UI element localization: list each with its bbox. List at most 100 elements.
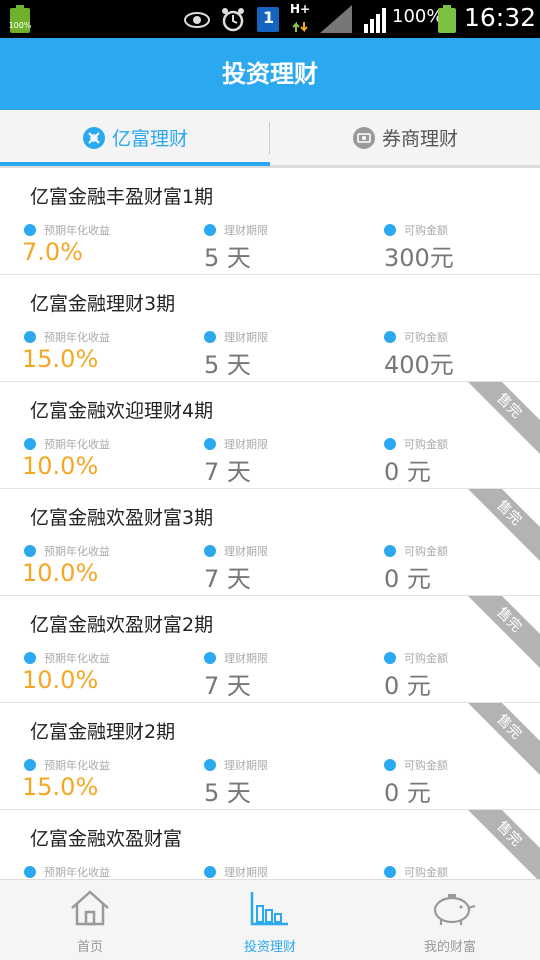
rate-icon bbox=[24, 866, 36, 878]
rate-label: 预期年化收益 bbox=[24, 222, 110, 238]
amount-label: 可购金额 bbox=[384, 329, 448, 345]
period-label: 理财期限 bbox=[204, 543, 268, 559]
eye-icon bbox=[184, 12, 210, 28]
rate-value: 7.0% bbox=[22, 238, 83, 266]
period-value: 5 天 bbox=[204, 244, 251, 272]
yen-icon bbox=[384, 759, 396, 771]
list-item[interactable]: 亿富金融丰盈财富1期 预期年化收益 理财期限 可购金额 7.0% 5 天 300… bbox=[0, 168, 540, 275]
data-arrows-icon bbox=[292, 21, 308, 33]
amount-label: 可购金额 bbox=[384, 543, 448, 559]
amount-label: 可购金额 bbox=[384, 650, 448, 666]
rate-label: 预期年化收益 bbox=[24, 650, 110, 666]
amount-label: 可购金额 bbox=[384, 864, 448, 879]
product-name: 亿富金融理财2期 bbox=[30, 721, 176, 743]
amount-value: 300元 bbox=[384, 244, 454, 272]
period-label: 理财期限 bbox=[204, 650, 268, 666]
app-header: 投资理财 bbox=[0, 38, 540, 110]
rate-icon bbox=[24, 331, 36, 343]
rate-label: 预期年化收益 bbox=[24, 329, 110, 345]
nav-wealth[interactable]: 我的财富 bbox=[360, 880, 540, 960]
broker-icon bbox=[352, 126, 375, 149]
tab-label: 亿富理财 bbox=[111, 128, 188, 150]
clock-icon bbox=[204, 438, 216, 450]
period-label: 理财期限 bbox=[204, 436, 268, 452]
tab-broker[interactable]: 券商理财 bbox=[270, 110, 540, 165]
rate-icon bbox=[24, 759, 36, 771]
product-name: 亿富金融欢迎理财4期 bbox=[30, 400, 214, 422]
amount-value: 0 元 bbox=[384, 672, 431, 700]
yen-icon bbox=[384, 545, 396, 557]
yen-icon bbox=[384, 331, 396, 343]
amount-value: 0 元 bbox=[384, 458, 431, 486]
amount-label: 可购金额 bbox=[384, 222, 448, 238]
status-bar: 100% 1 H+ 100% 16:32 bbox=[0, 0, 540, 38]
yen-icon bbox=[384, 224, 396, 236]
period-label: 理财期限 bbox=[204, 757, 268, 773]
home-icon bbox=[71, 890, 109, 926]
nav-home[interactable]: 首页 bbox=[0, 880, 180, 960]
bottom-nav: 首页 投资理财 我的财富 bbox=[0, 879, 540, 960]
battery-widget-label: 100% bbox=[8, 21, 32, 30]
rate-icon bbox=[24, 652, 36, 664]
nav-label: 首页 bbox=[76, 940, 103, 955]
rate-value: 10.0% bbox=[22, 666, 99, 694]
signal-icon bbox=[320, 5, 352, 33]
rate-label: 预期年化收益 bbox=[24, 757, 110, 773]
nav-invest[interactable]: 投资理财 bbox=[180, 880, 360, 960]
product-name: 亿富金融欢盈财富3期 bbox=[30, 507, 214, 529]
tab-bar: 亿富理财 券商理财 bbox=[0, 110, 540, 168]
amount-value: 0 元 bbox=[384, 779, 431, 807]
yifu-icon bbox=[82, 126, 105, 149]
rate-label: 预期年化收益 bbox=[24, 436, 110, 452]
clock: 16:32 bbox=[464, 3, 537, 32]
yen-icon bbox=[384, 866, 396, 878]
tab-label: 券商理财 bbox=[381, 128, 458, 150]
period-label: 理财期限 bbox=[204, 864, 268, 879]
list-item[interactable]: 亿富金融理财2期 预期年化收益 理财期限 可购金额 15.0% 5 天 0 元 … bbox=[0, 703, 540, 810]
list-item[interactable]: 亿富金融理财3期 预期年化收益 理财期限 可购金额 15.0% 5 天 400元 bbox=[0, 275, 540, 382]
bar-chart-icon bbox=[250, 892, 288, 926]
clock-icon bbox=[204, 545, 216, 557]
tab-yifu[interactable]: 亿富理财 bbox=[0, 110, 270, 165]
rate-icon bbox=[24, 545, 36, 557]
amount-value: 0 元 bbox=[384, 565, 431, 593]
sold-out-ribbon: 售完 bbox=[454, 382, 540, 461]
battery-widget-icon: 100% bbox=[8, 5, 32, 33]
clock-icon bbox=[204, 331, 216, 343]
rate-icon bbox=[24, 438, 36, 450]
rate-value: 10.0% bbox=[22, 559, 99, 587]
battery-icon bbox=[438, 5, 456, 33]
yen-icon bbox=[384, 652, 396, 664]
active-tab-indicator bbox=[0, 162, 270, 166]
amount-label: 可购金额 bbox=[384, 757, 448, 773]
nav-label: 我的财富 bbox=[423, 940, 476, 955]
period-label: 理财期限 bbox=[204, 222, 268, 238]
clock-icon bbox=[204, 224, 216, 236]
clock-icon bbox=[204, 866, 216, 878]
sold-out-ribbon: 售完 bbox=[454, 703, 540, 782]
rate-label: 预期年化收益 bbox=[24, 543, 110, 559]
list-item[interactable]: 亿富金融欢盈财富 预期年化收益 理财期限 可购金额 售完 bbox=[0, 810, 540, 879]
sold-out-ribbon: 售完 bbox=[454, 596, 540, 675]
rate-label: 预期年化收益 bbox=[24, 864, 110, 879]
amount-value: 400元 bbox=[384, 351, 454, 379]
period-value: 5 天 bbox=[204, 351, 251, 379]
wifi-signal-icon bbox=[364, 8, 386, 33]
rate-icon bbox=[24, 224, 36, 236]
list-item[interactable]: 亿富金融欢盈财富2期 预期年化收益 理财期限 可购金额 10.0% 7 天 0 … bbox=[0, 596, 540, 703]
yen-icon bbox=[384, 438, 396, 450]
list-item[interactable]: 亿富金融欢迎理财4期 预期年化收益 理财期限 可购金额 10.0% 7 天 0 … bbox=[0, 382, 540, 489]
period-label: 理财期限 bbox=[204, 329, 268, 345]
period-value: 7 天 bbox=[204, 672, 251, 700]
period-value: 7 天 bbox=[204, 565, 251, 593]
sold-out-ribbon: 售完 bbox=[454, 489, 540, 568]
list-item[interactable]: 亿富金融欢盈财富3期 预期年化收益 理财期限 可购金额 10.0% 7 天 0 … bbox=[0, 489, 540, 596]
piggy-bank-icon bbox=[433, 894, 476, 925]
product-list[interactable]: 亿富金融丰盈财富1期 预期年化收益 理财期限 可购金额 7.0% 5 天 300… bbox=[0, 168, 540, 879]
rate-value: 10.0% bbox=[22, 452, 99, 480]
clock-icon bbox=[204, 652, 216, 664]
product-name: 亿富金融欢盈财富2期 bbox=[30, 614, 214, 636]
battery-percent: 100% bbox=[392, 6, 444, 27]
product-name: 亿富金融理财3期 bbox=[30, 293, 176, 315]
rate-value: 15.0% bbox=[22, 773, 99, 801]
